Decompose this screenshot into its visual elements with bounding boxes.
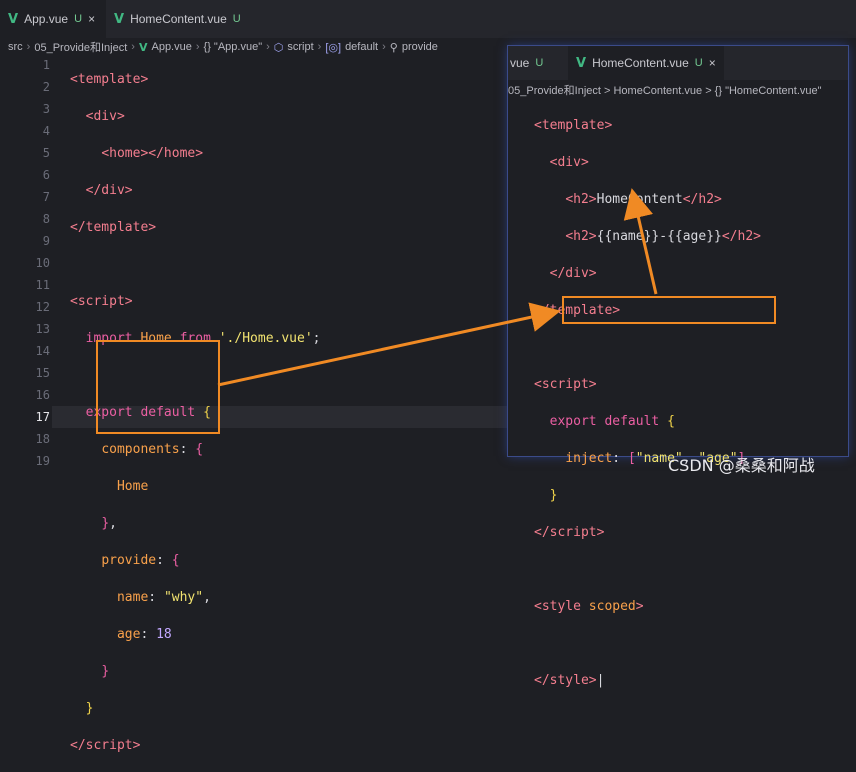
code-line: <template> <box>534 118 613 133</box>
code-line: </style>| <box>534 673 605 688</box>
line-number: 1 <box>42 58 50 72</box>
line-number: 2 <box>42 80 50 94</box>
line-number: 19 <box>35 454 50 468</box>
line-number: 16 <box>35 388 50 402</box>
code-line: }, <box>101 516 117 531</box>
code-line: </div> <box>85 183 133 198</box>
tab-homecontent-vue[interactable]: V HomeContent.vue U <box>108 0 254 38</box>
tab-label: vue <box>510 56 530 70</box>
code-line: } <box>101 664 110 679</box>
code-line: </template> <box>70 220 157 235</box>
chevron-right-icon: › <box>382 41 386 53</box>
chevron-right-icon: › <box>195 41 200 53</box>
line-number: 3 <box>42 102 50 116</box>
untracked-badge: U <box>232 13 241 25</box>
inject-highlight-box <box>562 296 776 324</box>
chevron-right-icon: › <box>317 41 322 53</box>
untracked-badge: U <box>535 57 544 69</box>
panel-breadcrumb: 05_Provide和Inject > HomeContent.vue > {}… <box>508 80 848 100</box>
line-number: 14 <box>35 344 50 358</box>
tab-app-vue[interactable]: V App.vue U × <box>0 0 106 38</box>
code-line: <div> <box>85 109 125 124</box>
chevron-right-icon: › <box>131 41 135 53</box>
code-line: provide: { <box>101 553 180 568</box>
vue-icon: V <box>576 55 587 71</box>
code-line: <home></home> <box>101 146 204 161</box>
code-editor-homecontent-vue[interactable]: <template> <div> <h2>HomeContent</h2> <h… <box>534 100 761 722</box>
symbol-icon: [◎] <box>325 41 342 54</box>
line-number: 10 <box>35 256 50 270</box>
homecontent-editor-panel: vue U V HomeContent.vue U × 05_Provide和I… <box>508 46 848 688</box>
code-line: </script> <box>70 738 141 753</box>
breadcrumb-text: 05_Provide和Inject > HomeContent.vue > {}… <box>508 85 822 97</box>
code-line: <script> <box>534 377 597 392</box>
cube-icon: ⬡ <box>273 41 284 54</box>
line-number: 11 <box>35 278 50 292</box>
tab-homecontent-vue[interactable]: V HomeContent.vue U × <box>568 46 724 80</box>
vue-icon: V <box>8 11 19 27</box>
line-number: 17 <box>35 410 50 424</box>
provide-highlight-box <box>96 340 220 434</box>
vue-icon: V <box>114 11 125 27</box>
code-line: components: { <box>101 442 204 457</box>
code-line: </div> <box>549 266 597 281</box>
close-icon[interactable]: × <box>709 56 716 70</box>
untracked-badge: U <box>694 57 703 69</box>
code-line: name: "why", <box>116 590 211 605</box>
line-number: 5 <box>42 146 50 160</box>
line-number: 6 <box>42 168 50 182</box>
tab-bar: V App.vue U × V HomeContent.vue U <box>0 0 856 38</box>
line-number: 9 <box>42 234 50 248</box>
chevron-right-icon: › <box>266 41 270 53</box>
line-number: 7 <box>42 190 50 204</box>
code-line: </script> <box>534 525 605 540</box>
line-number-gutter: 1 2 3 4 5 6 7 8 9 10 11 12 13 14 15 16 1… <box>0 54 50 472</box>
code-line: age: 18 <box>116 627 172 642</box>
code-line: <script> <box>70 294 133 309</box>
code-line: <h2>HomeContent</h2> <box>565 192 722 207</box>
line-number: 4 <box>42 124 50 138</box>
code-line: <template> <box>70 72 149 87</box>
tab-label: App.vue <box>24 12 69 26</box>
breadcrumb-item[interactable]: {} "App.vue" <box>204 41 263 53</box>
code-line: Home <box>116 479 149 494</box>
line-number: 13 <box>35 322 50 336</box>
line-number: 18 <box>35 432 50 446</box>
tab-partial[interactable]: vue U <box>510 46 543 80</box>
breadcrumb-item[interactable]: script <box>287 41 313 53</box>
code-line: <h2>{{name}}-{{age}}</h2> <box>565 229 761 244</box>
code-line: <div> <box>549 155 589 170</box>
breadcrumb-item[interactable]: 05_Provide和Inject <box>34 39 127 55</box>
untracked-badge: U <box>74 13 83 25</box>
breadcrumb-item[interactable]: src <box>8 41 23 53</box>
code-line: export default { <box>549 414 675 429</box>
close-icon[interactable]: × <box>88 12 95 26</box>
code-line: <style scoped> <box>534 599 644 614</box>
panel-tab-bar: vue U V HomeContent.vue U × <box>508 46 848 80</box>
code-line: } <box>549 488 558 503</box>
breadcrumb-item[interactable]: default <box>345 41 378 53</box>
line-number: 15 <box>35 366 50 380</box>
chevron-right-icon: › <box>26 41 31 53</box>
code-line: } <box>85 701 94 716</box>
tab-label: HomeContent.vue <box>592 56 689 70</box>
vue-icon: V <box>138 40 148 54</box>
breadcrumb-item[interactable]: provide <box>402 41 438 53</box>
breadcrumb-item[interactable]: App.vue <box>151 41 191 53</box>
line-number: 8 <box>42 212 50 226</box>
tab-label: HomeContent.vue <box>130 12 227 26</box>
watermark: CSDN @桑桑和阿战 <box>668 456 815 475</box>
wrench-icon: ⚲ <box>389 41 398 54</box>
line-number: 12 <box>35 300 50 314</box>
